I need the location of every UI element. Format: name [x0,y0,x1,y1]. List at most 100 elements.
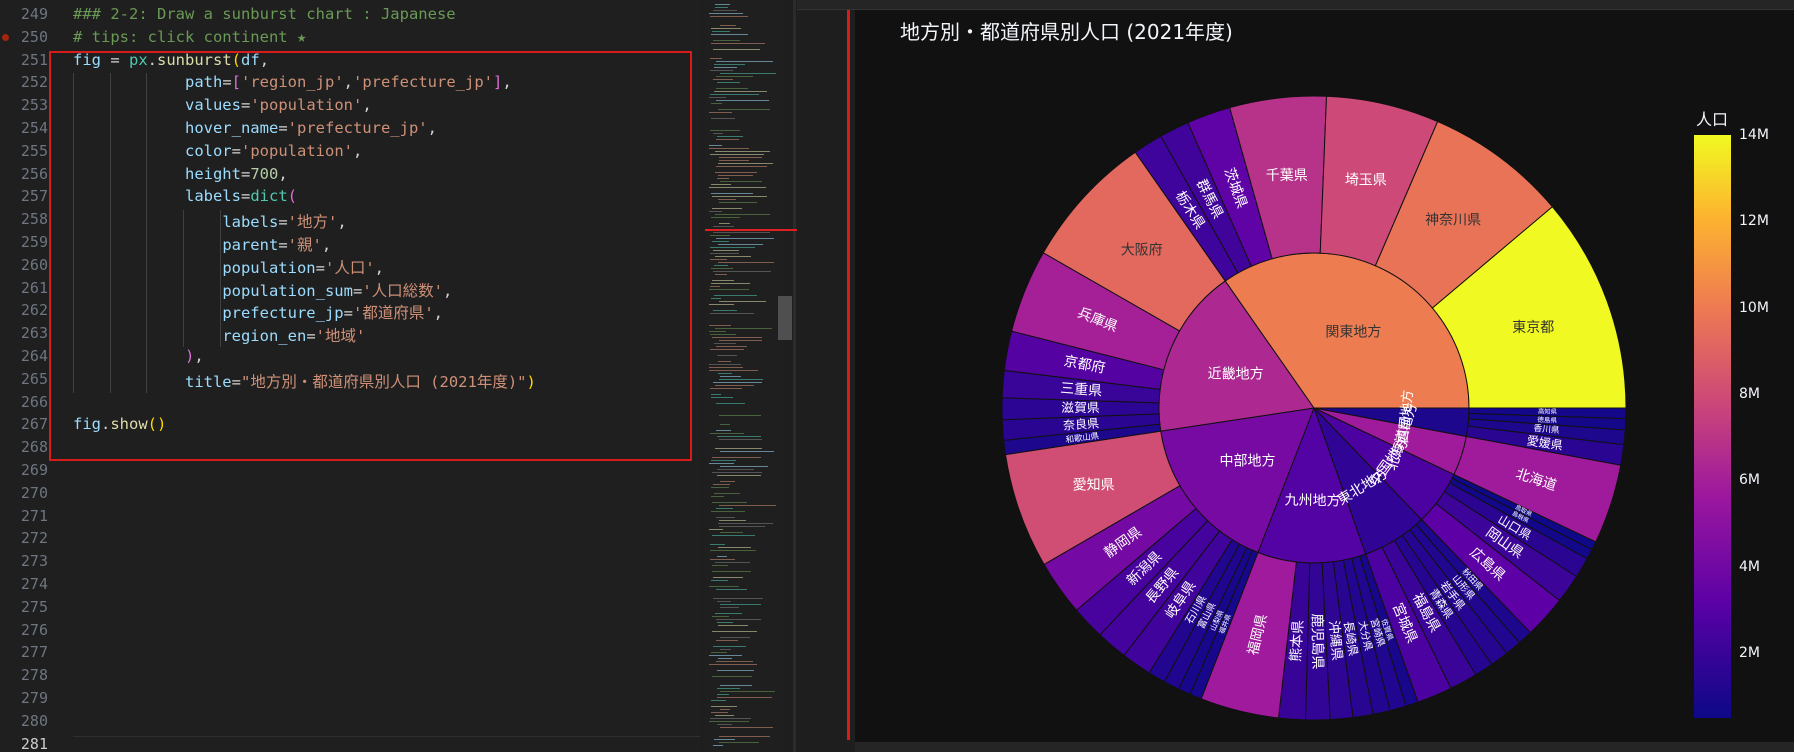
minimap-line [711,706,737,707]
minimap-line [712,535,755,536]
plot-title: 地方別・都道府県別人口 (2021年度) [900,20,1233,44]
minimap-line [719,157,762,158]
minimap-line [711,34,748,35]
sunburst-plot[interactable]: 四国地方 高知県 徳島県 香川県 愛媛県 北海道地方 北海道 中国地方 鳥取県 島根県 山口県 岡山県… [855,10,1794,742]
output-pane[interactable]: 四国地方 高知県 徳島県 香川県 愛媛県 北海道地方 北海道 中国地方 鳥取県 島根県 山口県 岡山県… [797,0,1794,752]
minimap-line [716,430,731,431]
sunburst-label: 東京都 [1512,320,1554,336]
minimap-line [712,676,752,677]
minimap-line [716,517,735,518]
minimap-line [719,415,761,416]
minimap-line [719,301,766,302]
minimap-line [720,691,775,692]
minimap-line [712,31,730,32]
sunburst-chart[interactable]: 四国地方 高知県徳島県香川県愛媛県北海道地方北海道中国地方鳥取県島根県山口県岡山県… [855,10,1794,742]
minimap-line [713,484,730,485]
code-editor[interactable]: 249 250 251 252 253 254 255 256 257 258 259 260 261 2… [0,0,700,752]
line-number: 261 [20,278,48,297]
minimap-line [717,622,733,623]
minimap-line [717,475,761,476]
minimap-line [713,598,763,599]
minimap-line [715,151,770,152]
minimap-line [711,103,722,104]
minimap-line [710,247,755,248]
minimap-line [715,562,750,563]
minimap-line [713,382,762,383]
minimap-line [717,136,743,137]
minimap-line [709,655,742,656]
minimap-line [714,739,735,740]
minimap-line [717,694,729,695]
minimap-line [715,4,730,5]
minimap-line [710,388,742,389]
line-number: 251 [20,50,48,69]
line-number: 255 [20,141,48,160]
line-number: 266 [20,392,48,411]
minimap-line [710,433,744,434]
highlight-box [49,51,692,461]
breakpoint-marker[interactable] [2,34,9,41]
minimap-line [715,328,772,329]
minimap-line [709,364,741,365]
minimap-line [712,337,762,338]
minimap-line [714,265,728,266]
minimap-line [711,496,724,497]
line-number: 259 [20,233,48,251]
sunburst-label: 熊本県 [1288,619,1307,662]
minimap-line [711,652,727,653]
minimap-line [712,208,742,209]
minimap-line [716,346,747,347]
minimap-line [719,340,762,341]
minimap-line [713,646,746,647]
minimap-line [711,217,740,218]
line-number: 281 [20,734,48,752]
minimap-line [709,289,749,290]
minimap[interactable] [705,0,783,752]
line-number: 254 [20,119,48,137]
minimap-line [716,238,774,239]
minimap-line [714,91,767,92]
sunburst-label: 三重県 [1060,380,1103,399]
pane-splitter[interactable] [793,0,796,752]
minimap-line [713,745,723,746]
minimap-line [719,160,749,161]
sunburst-label: 近畿地方 [1208,366,1264,382]
minimap-line [718,199,736,200]
line-number: 260 [20,255,48,274]
minimap-line [710,313,754,314]
colorbar-tick-label: 4M [1739,558,1760,575]
minimap-line [710,154,764,155]
minimap-line [712,571,751,572]
minimap-line [713,250,739,251]
line-number: 258 [20,210,48,229]
line-number: 252 [20,73,48,92]
minimap-line [717,601,731,602]
minimap-line [720,685,752,686]
minimap-line [709,148,749,149]
minimap-line [712,631,757,632]
line-number: 275 [20,597,48,616]
minimap-line [720,451,774,452]
minimap-line [710,58,722,59]
minimap-line [720,637,750,638]
colorbar-tick-label: 2M [1739,645,1760,662]
minimap-line [713,49,760,50]
minimap-line [717,469,754,470]
editor-scrollbar-thumb[interactable] [778,296,792,340]
sunburst-label: 鹿児島県 [1308,613,1326,669]
sunburst-label: 神奈川県 [1425,213,1481,229]
line-number: 274 [20,575,48,593]
minimap-line [709,370,758,371]
output-horizontal-scrollbar[interactable] [855,742,1794,752]
minimap-line [709,211,722,212]
code-line: ### 2-2: Draw a sunburst chart : Japanes… [73,5,456,23]
minimap-line [711,298,721,299]
minimap-line [709,97,726,98]
minimap-line [713,133,723,134]
minimap-line [711,712,728,713]
minimap-line [715,448,762,449]
minimap-line [711,580,728,581]
current-line-highlight [73,736,700,752]
sunburst-label: 愛知県 [1073,476,1115,493]
colorbar-tick-label: 6M [1739,472,1760,489]
